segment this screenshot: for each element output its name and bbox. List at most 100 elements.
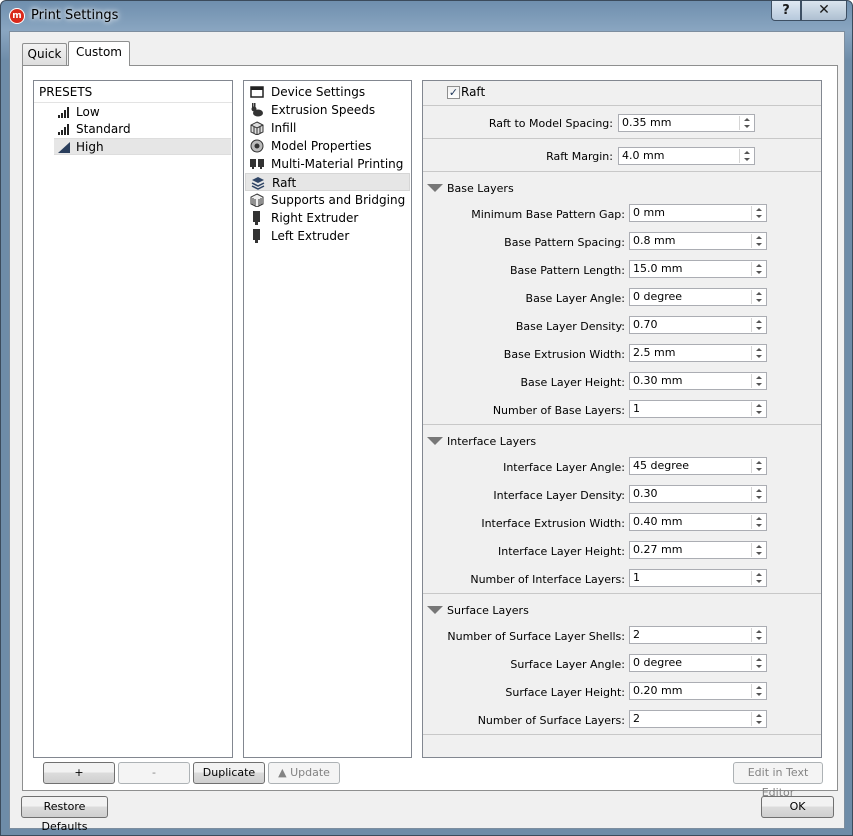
field-spinbox[interactable]: 0 degree (629, 654, 767, 672)
spinbox-value: 0.30 mm (633, 374, 683, 387)
update-label: Update (290, 766, 330, 779)
field-spinbox[interactable]: 1 (629, 569, 767, 587)
up-arrow-icon: ▲ (278, 766, 287, 779)
field-spinbox[interactable]: 0 degree (629, 288, 767, 306)
category-left-extruder[interactable]: Left Extruder (245, 227, 410, 245)
surface-layers-header[interactable]: Surface Layers (427, 604, 529, 618)
field-spinbox[interactable]: 2 (629, 710, 767, 728)
category-model-properties[interactable]: Model Properties (245, 137, 410, 155)
category-device-settings[interactable]: Device Settings (245, 83, 410, 101)
field-label: Base Layer Density: (515, 320, 625, 333)
preset-item-standard[interactable]: Standard (34, 121, 232, 138)
raft-checkbox[interactable]: ✓ (447, 86, 460, 99)
spinbox-value: 4.0 mm (622, 149, 665, 162)
field-label: Interface Layer Angle: (503, 461, 625, 474)
signal-bars-icon (58, 124, 69, 135)
category-multi-material-printing[interactable]: Multi-Material Printing (245, 155, 410, 173)
spin-arrows-icon[interactable] (751, 712, 765, 726)
spin-arrows-icon[interactable] (751, 684, 765, 698)
title-bar[interactable]: m Print Settings ? ✕ (1, 1, 852, 31)
rabbit-icon (251, 103, 263, 117)
presets-header: PRESETS (34, 81, 232, 103)
category-right-extruder[interactable]: Right Extruder (245, 209, 410, 227)
spin-arrows-icon[interactable] (751, 571, 765, 585)
collapse-triangle-icon[interactable] (427, 437, 443, 445)
field-spinbox[interactable]: 0.70 (629, 316, 767, 334)
ok-button[interactable]: OK (761, 796, 834, 818)
category-label: Model Properties (271, 139, 372, 153)
field-label: Minimum Base Pattern Gap: (471, 208, 625, 221)
field-spinbox[interactable]: 1 (629, 400, 767, 418)
collapse-triangle-icon[interactable] (427, 184, 443, 192)
field-label: Number of Interface Layers: (470, 573, 625, 586)
update-preset-button[interactable]: ▲ Update (268, 762, 340, 784)
category-infill[interactable]: Infill (245, 119, 410, 137)
presets-list[interactable]: PRESETS Low Standard High (33, 80, 233, 758)
spin-arrows-icon[interactable] (751, 290, 765, 304)
raft-settings-panel: ✓ Raft Raft to Model Spacing: 0.35 mm Ra… (422, 80, 822, 758)
spin-arrows-icon[interactable] (751, 628, 765, 642)
spinbox-value: 45 degree (633, 459, 690, 472)
category-supports-and-bridging[interactable]: Supports and Bridging (245, 191, 410, 209)
category-label: Extrusion Speeds (271, 103, 376, 117)
print-settings-window: m Print Settings ? ✕ Quick Custom PRESET… (0, 0, 853, 836)
spinbox-value: 15.0 mm (633, 262, 683, 275)
preset-item-low[interactable]: Low (34, 104, 232, 121)
duplicate-preset-button[interactable]: Duplicate (193, 762, 265, 784)
field-spinbox[interactable]: 0 mm (629, 204, 767, 222)
field-spinbox[interactable]: 0.30 (629, 485, 767, 503)
field-label: Base Pattern Spacing: (504, 236, 625, 249)
collapse-triangle-icon[interactable] (427, 606, 443, 614)
raft-checkbox-label[interactable]: Raft (461, 85, 485, 99)
edit-in-text-editor-button[interactable]: Edit in Text Editor (733, 762, 823, 799)
spin-arrows-icon[interactable] (751, 459, 765, 473)
spin-arrows-icon[interactable] (751, 346, 765, 360)
spin-arrows-icon[interactable] (751, 402, 765, 416)
field-spinbox[interactable]: 0.27 mm (629, 541, 767, 559)
section-title: Surface Layers (447, 604, 529, 617)
field-spinbox[interactable]: 0.40 mm (629, 513, 767, 531)
help-button[interactable]: ? (771, 1, 801, 21)
close-button[interactable]: ✕ (801, 1, 847, 21)
preset-item-high[interactable]: High (54, 138, 231, 155)
field-spinbox[interactable]: 15.0 mm (629, 260, 767, 278)
base-layers-header[interactable]: Base Layers (427, 182, 514, 196)
field-spinbox[interactable]: 0.30 mm (629, 372, 767, 390)
signal-bars-icon (58, 107, 69, 118)
field-label: Base Layer Height: (520, 376, 625, 389)
preset-label: Standard (76, 122, 131, 136)
raft-margin-spinbox[interactable]: 4.0 mm (618, 147, 755, 165)
add-preset-button[interactable]: + (43, 762, 115, 784)
field-label: Interface Layer Density: (493, 489, 625, 502)
tab-custom[interactable]: Custom (68, 41, 130, 66)
field-spinbox[interactable]: 45 degree (629, 457, 767, 475)
spin-arrows-icon[interactable] (751, 206, 765, 220)
spin-arrows-icon[interactable] (751, 234, 765, 248)
category-raft[interactable]: Raft (245, 173, 410, 191)
spin-arrows-icon[interactable] (739, 116, 753, 130)
spin-arrows-icon[interactable] (751, 262, 765, 276)
spin-arrows-icon[interactable] (751, 487, 765, 501)
spinbox-value: 0.20 mm (633, 684, 683, 697)
spin-arrows-icon[interactable] (751, 656, 765, 670)
settings-category-list[interactable]: Device Settings Extrusion Speeds Infill … (243, 80, 412, 758)
field-spinbox[interactable]: 2.5 mm (629, 344, 767, 362)
spin-arrows-icon[interactable] (751, 515, 765, 529)
tab-quick[interactable]: Quick (22, 43, 67, 65)
spinbox-value: 0.8 mm (633, 234, 676, 247)
spin-arrows-icon[interactable] (751, 374, 765, 388)
remove-preset-button[interactable]: - (118, 762, 190, 784)
spin-arrows-icon[interactable] (751, 318, 765, 332)
field-label: Number of Base Layers: (492, 404, 625, 417)
raft-spacing-spinbox[interactable]: 0.35 mm (618, 114, 755, 132)
restore-defaults-button[interactable]: Restore Defaults (21, 796, 108, 833)
field-spinbox[interactable]: 2 (629, 626, 767, 644)
category-label: Multi-Material Printing (271, 157, 404, 171)
interface-layers-header[interactable]: Interface Layers (427, 435, 536, 449)
category-extrusion-speeds[interactable]: Extrusion Speeds (245, 101, 410, 119)
spin-arrows-icon[interactable] (739, 149, 753, 163)
spin-arrows-icon[interactable] (751, 543, 765, 557)
field-spinbox[interactable]: 0.20 mm (629, 682, 767, 700)
field-spinbox[interactable]: 0.8 mm (629, 232, 767, 250)
field-label: Number of Surface Layers: (477, 714, 625, 727)
